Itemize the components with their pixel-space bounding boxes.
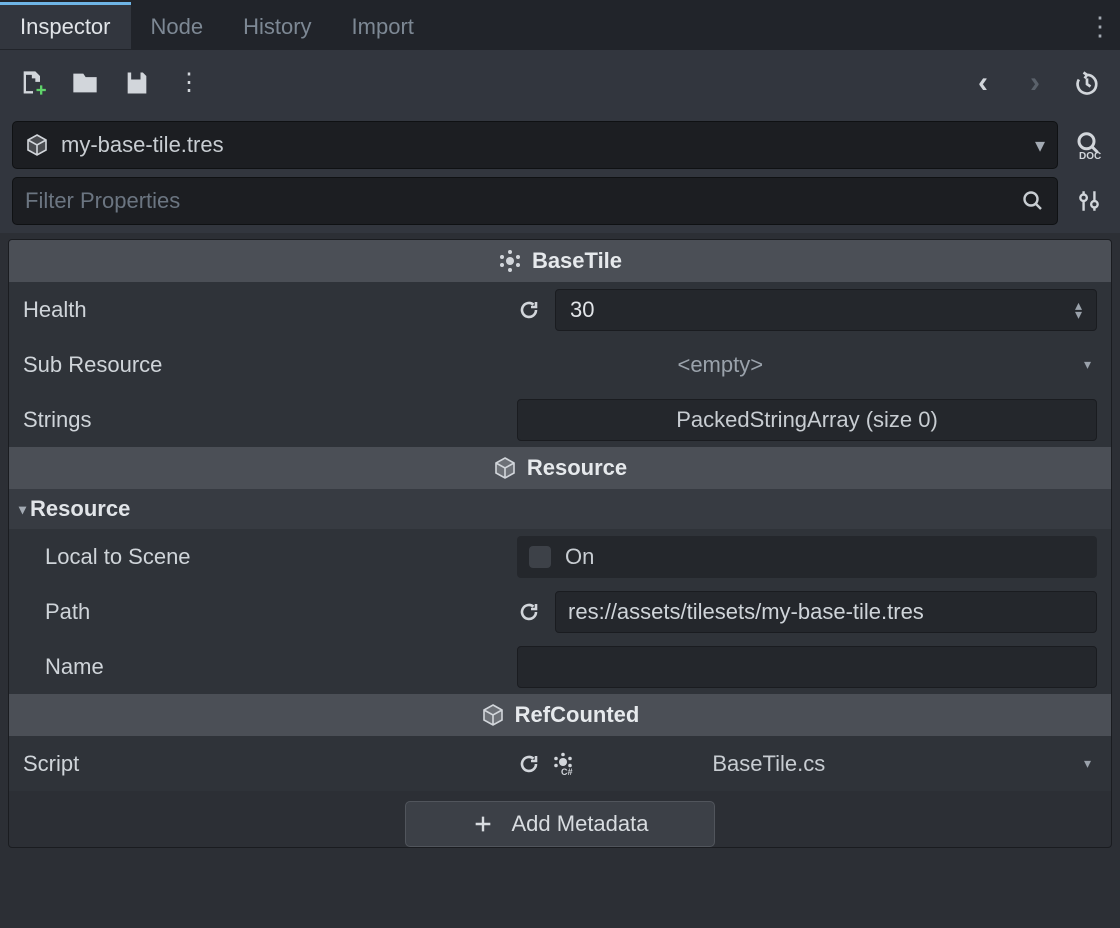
script-field[interactable]: BaseTile.cs ▾ (589, 751, 1097, 777)
resource-icon (481, 703, 505, 727)
section-refcounted-title: RefCounted (515, 702, 640, 728)
section-basetile-title: BaseTile (532, 248, 622, 274)
strings-field[interactable]: PackedStringArray (size 0) (517, 399, 1097, 441)
tab-node[interactable]: Node (131, 3, 224, 50)
open-docs-button[interactable]: DOC (1070, 126, 1108, 164)
dock-menu-icon[interactable]: ⋮ (1080, 11, 1120, 42)
health-input[interactable]: 30 ▴▾ (555, 289, 1097, 331)
tab-history[interactable]: History (223, 3, 331, 50)
filter-row: Filter Properties (0, 169, 1120, 233)
prop-local-label: Local to Scene (23, 544, 517, 570)
svg-text:C#: C# (561, 767, 573, 776)
reset-icon[interactable] (517, 752, 541, 776)
reset-icon[interactable] (517, 298, 541, 322)
script-class-icon (498, 249, 522, 273)
spinner-icon[interactable]: ▴▾ (1075, 301, 1082, 319)
local-to-scene-toggle[interactable]: On (517, 536, 1097, 578)
inspector-toolbar: ⋮ ‹ › (0, 50, 1120, 115)
property-settings-button[interactable] (1070, 182, 1108, 220)
prop-script: Script C# BaseTile.cs ▾ (9, 736, 1111, 791)
csharp-script-icon: C# (551, 752, 575, 776)
chevron-down-icon: ▾ (19, 501, 26, 518)
prop-strings: Strings PackedStringArray (size 0) (9, 392, 1111, 447)
local-to-scene-value: On (565, 544, 594, 570)
strings-value: PackedStringArray (size 0) (676, 407, 938, 433)
add-metadata-button[interactable]: Add Metadata (405, 801, 715, 847)
svg-text:DOC: DOC (1079, 151, 1101, 160)
path-value: res://assets/tilesets/my-base-tile.tres (568, 599, 924, 625)
load-resource-button[interactable] (70, 68, 100, 98)
prop-local-to-scene: Local to Scene On (9, 529, 1111, 584)
health-value: 30 (570, 297, 594, 323)
save-resource-button[interactable] (122, 68, 152, 98)
subresource-field[interactable]: <empty> ▾ (517, 352, 1097, 378)
section-resource[interactable]: Resource (9, 447, 1111, 489)
history-menu-button[interactable] (1072, 68, 1102, 98)
prop-script-label: Script (23, 751, 517, 777)
resource-path-field[interactable]: my-base-tile.tres ▾ (12, 121, 1058, 169)
section-resource-title: Resource (527, 455, 627, 481)
filter-placeholder: Filter Properties (25, 188, 1021, 214)
new-resource-button[interactable] (18, 68, 48, 98)
checkbox-icon (529, 546, 551, 568)
chevron-down-icon: ▾ (1035, 133, 1045, 158)
group-resource-title: Resource (30, 496, 130, 522)
extra-menu-button[interactable]: ⋮ (174, 68, 204, 98)
prop-path-label: Path (23, 599, 517, 625)
subresource-value: <empty> (677, 352, 763, 378)
prop-path: Path res://assets/tilesets/my-base-tile.… (9, 584, 1111, 639)
resource-row: my-base-tile.tres ▾ DOC (0, 115, 1120, 169)
plus-icon (472, 813, 494, 835)
path-input[interactable]: res://assets/tilesets/my-base-tile.tres (555, 591, 1097, 633)
add-metadata-label: Add Metadata (512, 811, 649, 837)
prop-name-label: Name (23, 654, 517, 680)
tab-inspector[interactable]: Inspector (0, 2, 131, 49)
filter-properties-input[interactable]: Filter Properties (12, 177, 1058, 225)
section-refcounted[interactable]: RefCounted (9, 694, 1111, 736)
inspector-body: BaseTile Health 30 ▴▾ Sub Resource <empt… (0, 233, 1120, 854)
prop-subresource: Sub Resource <empty> ▾ (9, 337, 1111, 392)
history-back-button[interactable]: ‹ (968, 68, 998, 98)
prop-subresource-label: Sub Resource (23, 352, 517, 378)
script-value: BaseTile.cs (712, 751, 825, 777)
search-icon (1021, 189, 1045, 213)
tab-import[interactable]: Import (332, 3, 434, 50)
group-resource[interactable]: ▾ Resource (9, 489, 1111, 529)
name-input[interactable] (517, 646, 1097, 688)
prop-strings-label: Strings (23, 407, 517, 433)
resource-name-label: my-base-tile.tres (61, 132, 224, 158)
chevron-down-icon: ▾ (1084, 755, 1097, 772)
resource-icon (493, 456, 517, 480)
prop-health: Health 30 ▴▾ (9, 282, 1111, 337)
prop-health-label: Health (23, 297, 517, 323)
chevron-down-icon: ▾ (1084, 356, 1097, 373)
history-forward-button[interactable]: › (1020, 68, 1050, 98)
reset-icon[interactable] (517, 600, 541, 624)
section-basetile[interactable]: BaseTile (9, 240, 1111, 282)
dock-tabs: Inspector Node History Import ⋮ (0, 0, 1120, 50)
prop-name: Name (9, 639, 1111, 694)
